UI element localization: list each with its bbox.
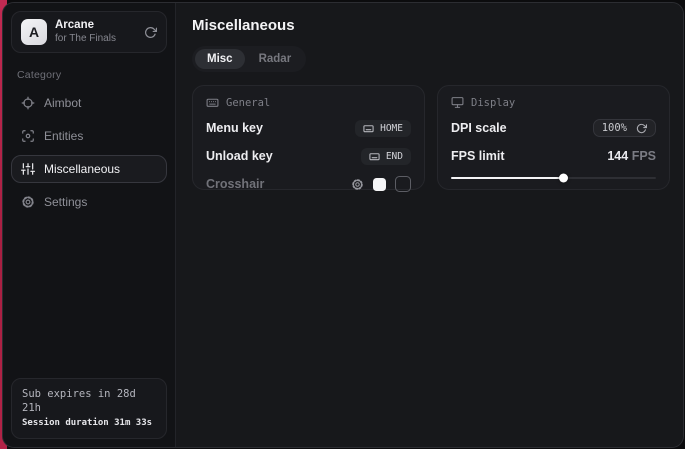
slider-fill (451, 177, 564, 179)
slider-thumb[interactable] (559, 174, 568, 183)
menu-key-label: Menu key (206, 121, 263, 135)
brand-card: A Arcane for The Finals (11, 11, 167, 53)
tab-bar: Misc Radar (192, 46, 306, 72)
fps-limit-label: FPS limit (451, 149, 504, 163)
sidebar-item-aimbot[interactable]: Aimbot (11, 89, 167, 117)
unload-key-label: Unload key (206, 149, 273, 163)
sliders-icon (21, 162, 35, 176)
sidebar-item-label: Miscellaneous (44, 162, 120, 176)
sync-icon[interactable] (144, 26, 157, 39)
menu-key-value: HOME (380, 123, 403, 134)
app-name: Arcane (55, 19, 136, 32)
scan-icon (21, 129, 35, 143)
general-card-title: General (226, 97, 270, 109)
tab-misc[interactable]: Misc (195, 49, 245, 69)
app-window: A Arcane for The Finals Category Aimbot (2, 2, 684, 448)
display-card: Display DPI scale 100% FPS limit (437, 85, 670, 190)
brand-text: Arcane for The Finals (55, 19, 136, 45)
key-icon (363, 123, 374, 134)
cards-row: General Menu key HOME Unload key (192, 85, 670, 190)
display-card-header: Display (451, 96, 656, 109)
page-title: Miscellaneous (192, 17, 670, 34)
session-duration-text: Session duration 31m 33s (22, 417, 156, 430)
sub-expiry-text: Sub expires in 28d 21h (22, 387, 156, 415)
sidebar: A Arcane for The Finals Category Aimbot (3, 3, 176, 447)
sidebar-item-label: Entities (44, 129, 83, 143)
unload-key-row: Unload key END (206, 147, 411, 165)
fps-limit-slider[interactable] (451, 177, 656, 179)
app-logo: A (21, 19, 47, 45)
key-icon (369, 151, 380, 162)
dpi-scale-value: 100% (602, 122, 627, 134)
sidebar-nav: Aimbot Entities Miscellaneous (11, 89, 167, 216)
crosshair-icon (21, 96, 35, 110)
display-card-title: Display (471, 97, 515, 109)
fps-limit-value: 144 FPS (607, 149, 656, 163)
refresh-icon[interactable] (636, 123, 647, 134)
app-subtitle: for The Finals (55, 33, 136, 45)
dpi-scale-control[interactable]: 100% (593, 119, 656, 137)
general-card-header: General (206, 96, 411, 109)
crosshair-color-swatch[interactable] (373, 178, 386, 191)
tab-radar[interactable]: Radar (247, 49, 304, 69)
gear-icon (21, 195, 35, 209)
unload-key-binding[interactable]: END (361, 148, 411, 165)
fps-unit: FPS (632, 149, 656, 163)
dpi-scale-row: DPI scale 100% (451, 119, 656, 137)
menu-key-row: Menu key HOME (206, 119, 411, 137)
category-label: Category (17, 69, 161, 81)
crosshair-enable-checkbox[interactable] (395, 176, 411, 192)
sidebar-item-miscellaneous[interactable]: Miscellaneous (11, 155, 167, 183)
subscription-status-card: Sub expires in 28d 21h Session duration … (11, 378, 167, 439)
monitor-icon (451, 96, 464, 109)
dpi-scale-label: DPI scale (451, 121, 507, 135)
sidebar-item-settings[interactable]: Settings (11, 188, 167, 216)
main-content: Miscellaneous Misc Radar General Menu ke… (176, 3, 684, 447)
sidebar-item-label: Settings (44, 195, 87, 209)
menu-key-binding[interactable]: HOME (355, 120, 411, 137)
fps-limit-row: FPS limit 144 FPS (451, 147, 656, 165)
fps-number: 144 (607, 149, 628, 163)
keyboard-icon (206, 96, 219, 109)
sidebar-item-entities[interactable]: Entities (11, 122, 167, 150)
crosshair-controls (351, 176, 411, 192)
crosshair-row: Crosshair (206, 175, 411, 193)
crosshair-label: Crosshair (206, 177, 264, 191)
general-card: General Menu key HOME Unload key (192, 85, 425, 190)
sidebar-item-label: Aimbot (44, 96, 81, 110)
crosshair-settings-gear-icon[interactable] (351, 178, 364, 191)
unload-key-value: END (386, 151, 403, 162)
